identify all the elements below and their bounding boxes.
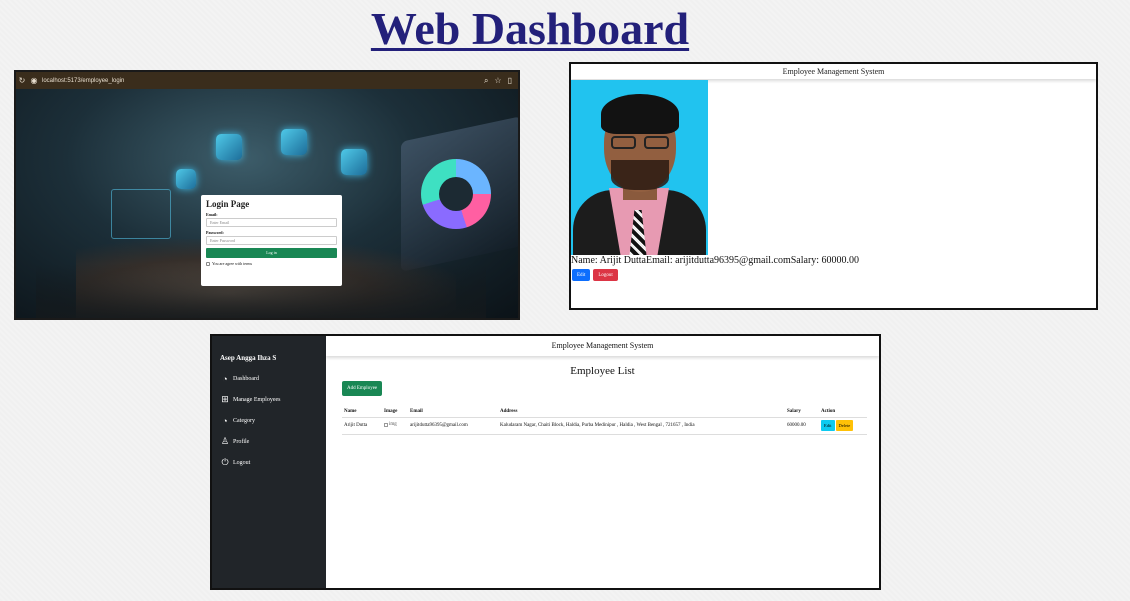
background-image: Login Page Email: Enter Email Password: … <box>16 89 518 318</box>
terms-checkbox[interactable] <box>206 261 210 266</box>
employee-list-screenshot: Asep Angga Ihza S ◔ Dashboard ⊞ Manage E… <box>210 334 881 590</box>
employee-name: Arijit Dutta <box>342 417 382 435</box>
column-header: Image <box>382 406 408 418</box>
employee-email: arijitdutta96395@gmail.com <box>408 417 498 435</box>
terms-label: You are agree with terms <box>212 261 253 266</box>
chart-decoration <box>421 159 491 229</box>
edit-button[interactable]: Edit <box>821 420 835 431</box>
edit-button[interactable]: Edit <box>572 269 591 281</box>
login-button[interactable]: Log in <box>206 248 337 258</box>
employee-address: Kaludaram Nagar, Chaiti Block, Haldia, P… <box>498 417 785 435</box>
employee-table: Name Image Email Address Salary Action A… <box>342 406 867 435</box>
sidebar-item-label: Manage Employees <box>233 396 281 403</box>
gauge-icon: ◔ <box>222 415 228 426</box>
site-info-icon[interactable]: ◉ <box>28 76 40 85</box>
email-field[interactable]: Enter Email <box>206 218 337 227</box>
employee-photo <box>571 80 708 255</box>
browser-toolbar: ↻ ◉ localhost:5173/employee_login ⌕ ☆ ▯ <box>16 72 518 89</box>
sidebar-item-manage-employees[interactable]: ⊞ Manage Employees <box>220 389 318 410</box>
zoom-icon[interactable]: ⌕ <box>484 76 488 86</box>
app-header: Employee Management System <box>326 336 879 356</box>
image-alt: img <box>389 422 397 428</box>
column-header: Salary <box>785 406 819 418</box>
login-title: Login Page <box>206 199 250 209</box>
delete-button[interactable]: Delete <box>835 420 854 431</box>
employee-salary: 60000.00 <box>785 417 819 435</box>
sidebar-item-label: Profile <box>233 438 250 445</box>
sidebar-item-label: Dashboard <box>233 375 259 382</box>
sidebar-item-category[interactable]: ◔ Category <box>220 410 318 431</box>
sidebar-item-label: Category <box>233 417 255 424</box>
sidebar-item-profile[interactable]: ♙ Profile <box>220 431 318 452</box>
table-row: Arijit Dutta img arijitdutta96395@gmail.… <box>342 417 867 435</box>
sidebar-item-label: Logout <box>233 459 251 466</box>
sidebar-brand[interactable]: Asep Angga Ihza S <box>220 354 318 362</box>
password-label: Password: <box>206 230 224 235</box>
sidebar-item-dashboard[interactable]: ◔ Dashboard <box>220 368 318 389</box>
extensions-icon[interactable]: ▯ <box>508 76 512 86</box>
sidebar: Asep Angga Ihza S ◔ Dashboard ⊞ Manage E… <box>212 336 326 588</box>
logout-button[interactable]: Logout <box>593 269 618 281</box>
employee-info: Name: Arijit DuttaEmail: arijitdutta9639… <box>571 255 860 266</box>
email-label: Email: <box>206 212 218 217</box>
speedometer-icon: ◔ <box>222 373 228 384</box>
employee-detail-screenshot: Employee Management System Name: Arijit … <box>569 62 1098 310</box>
table-header-row: Name Image Email Address Salary Action <box>342 406 867 418</box>
reload-icon[interactable]: ↻ <box>16 76 28 85</box>
page-title: Web Dashboard <box>370 3 690 54</box>
app-header: Employee Management System <box>571 64 1096 79</box>
add-employee-button[interactable]: Add Employee <box>342 381 383 396</box>
login-screenshot: ↻ ◉ localhost:5173/employee_login ⌕ ☆ ▯ … <box>14 70 520 320</box>
column-header: Address <box>498 406 785 418</box>
main-content: Employee Management System Employee List… <box>326 336 879 588</box>
image-cell: img <box>382 417 408 435</box>
power-icon: ⏻ <box>221 457 229 467</box>
action-cell: Edit Delete <box>819 417 867 435</box>
terms-row: You are agree with terms <box>206 261 337 266</box>
url-bar[interactable]: localhost:5173/employee_login <box>42 78 484 84</box>
broken-image-icon: img <box>384 422 397 427</box>
login-card: Login Page Email: Enter Email Password: … <box>201 195 342 286</box>
column-header: Name <box>342 406 382 418</box>
sidebar-item-logout[interactable]: ⏻ Logout <box>220 452 318 473</box>
column-header: Email <box>408 406 498 418</box>
list-title: Employee List <box>570 365 635 377</box>
grid-icon: ⊞ <box>221 394 229 404</box>
star-icon[interactable]: ☆ <box>494 76 501 86</box>
column-header: Action <box>819 406 867 418</box>
password-field[interactable]: Enter Password <box>206 236 337 245</box>
person-icon: ♙ <box>220 436 230 446</box>
